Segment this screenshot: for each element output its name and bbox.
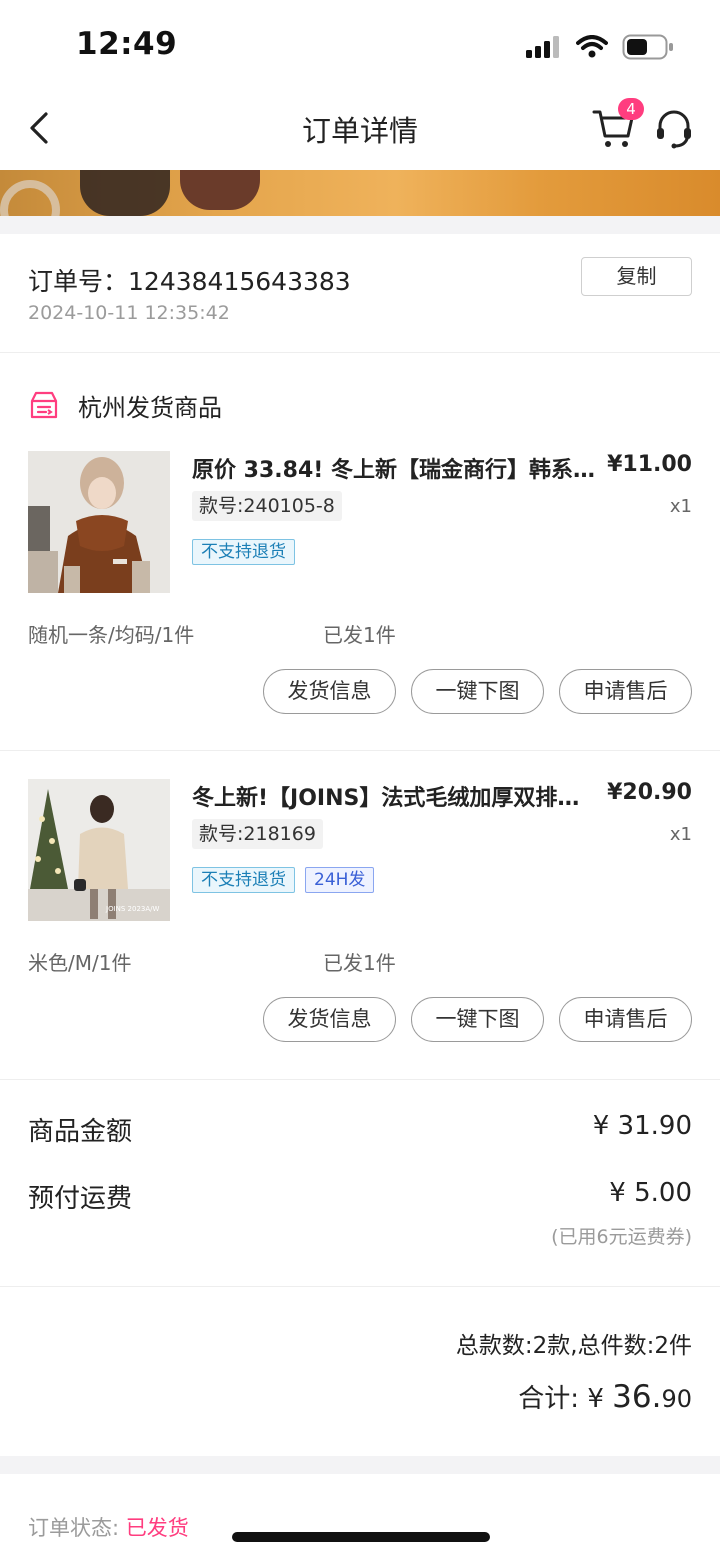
product-price: ¥11.00 — [607, 452, 692, 477]
download-images-button[interactable]: 一键下图 — [411, 669, 544, 714]
svg-text:JOINS 2023A/W: JOINS 2023A/W — [105, 905, 160, 913]
battery-icon — [622, 34, 673, 60]
product-actions: 发货信息 一键下图 申请售后 — [263, 669, 692, 714]
order-total: 合计: ¥ 36.90 — [518, 1378, 692, 1415]
product-quantity: x1 — [669, 824, 692, 845]
order-time: 2024-10-11 12:35:42 — [28, 302, 230, 324]
product-spec: 随机一条/均码/1件 — [28, 623, 195, 647]
after-sales-button[interactable]: 申请售后 — [559, 669, 692, 714]
headset-icon[interactable] — [654, 106, 694, 150]
order-status-label: 订单状态: — [28, 1516, 120, 1540]
signal-icon — [526, 36, 559, 58]
product-thumbnail[interactable] — [28, 451, 170, 593]
wifi-icon — [576, 35, 608, 58]
product-code: 款号:218169 — [192, 819, 323, 849]
promo-banner[interactable] — [0, 170, 720, 216]
section-gap — [0, 216, 720, 234]
cart-badge: 4 — [618, 98, 644, 120]
product-actions: 发货信息 一键下图 申请售后 — [263, 997, 692, 1042]
copy-button[interactable]: 复制 — [581, 257, 692, 296]
product-shipped-count: 已发1件 — [323, 951, 396, 975]
shipping-group-header: 杭州发货商品 — [28, 388, 222, 422]
goods-amount-value: ¥ 31.90 — [592, 1111, 692, 1141]
order-status-value: 已发货 — [125, 1516, 189, 1540]
order-status: 订单状态: 已发货 — [28, 1512, 189, 1542]
shipping-info-button[interactable]: 发货信息 — [263, 997, 396, 1042]
divider — [0, 1079, 720, 1080]
ship-24h-tag: 24H发 — [305, 867, 375, 893]
product-title[interactable]: 冬上新!【JOINS】法式毛绒加厚双排扣外套 — [192, 780, 600, 812]
download-images-button[interactable]: 一键下图 — [411, 997, 544, 1042]
product-shipped-count: 已发1件 — [323, 623, 396, 647]
divider — [0, 750, 720, 751]
product-tags: 不支持退货 24H发 — [192, 867, 375, 893]
status-icons — [526, 32, 674, 62]
product-thumbnail[interactable]: JOINS 2023A/W — [28, 779, 170, 921]
home-indicator[interactable] — [232, 1532, 490, 1542]
total-currency: ¥ — [587, 1384, 604, 1414]
total-integer: 36. — [612, 1379, 662, 1415]
order-number-value: 12438415643383 — [128, 267, 351, 296]
product-quantity: x1 — [669, 496, 692, 517]
nav-bar: 订单详情 4 — [0, 90, 720, 170]
shipping-group-label: 杭州发货商品 — [78, 393, 222, 422]
after-sales-button[interactable]: 申请售后 — [559, 997, 692, 1042]
order-number-label: 订单号： — [28, 267, 129, 296]
status-time: 12:49 — [76, 26, 178, 62]
order-number: 订单号：12438415643383 — [28, 262, 351, 298]
freight-coupon-note: (已用6元运费券) — [551, 1226, 692, 1248]
product-price: ¥20.90 — [607, 780, 692, 805]
freight-value: ¥ 5.00 — [609, 1178, 692, 1208]
total-label: 合计: — [518, 1384, 580, 1414]
section-gap — [0, 1456, 720, 1474]
product-code: 款号:240105-8 — [192, 491, 342, 521]
total-decimal: 90 — [661, 1385, 692, 1413]
product-spec: 米色/M/1件 — [28, 951, 132, 975]
shipping-info-button[interactable]: 发货信息 — [263, 669, 396, 714]
warehouse-icon — [30, 391, 58, 419]
freight-label: 预付运费 — [28, 1184, 133, 1214]
item-counts: 总款数:2款,总件数:2件 — [455, 1333, 692, 1359]
product-tags: 不支持退货 — [192, 539, 295, 565]
divider — [0, 352, 720, 353]
no-return-tag: 不支持退货 — [192, 867, 295, 893]
status-bar: 12:49 — [0, 0, 720, 90]
no-return-tag: 不支持退货 — [192, 539, 295, 565]
goods-amount-label: 商品金额 — [28, 1117, 133, 1147]
divider — [0, 1286, 720, 1287]
product-title[interactable]: 原价 33.84! 冬上新【瑞金商行】韩系温柔毛绒围巾披肩 — [192, 452, 600, 484]
